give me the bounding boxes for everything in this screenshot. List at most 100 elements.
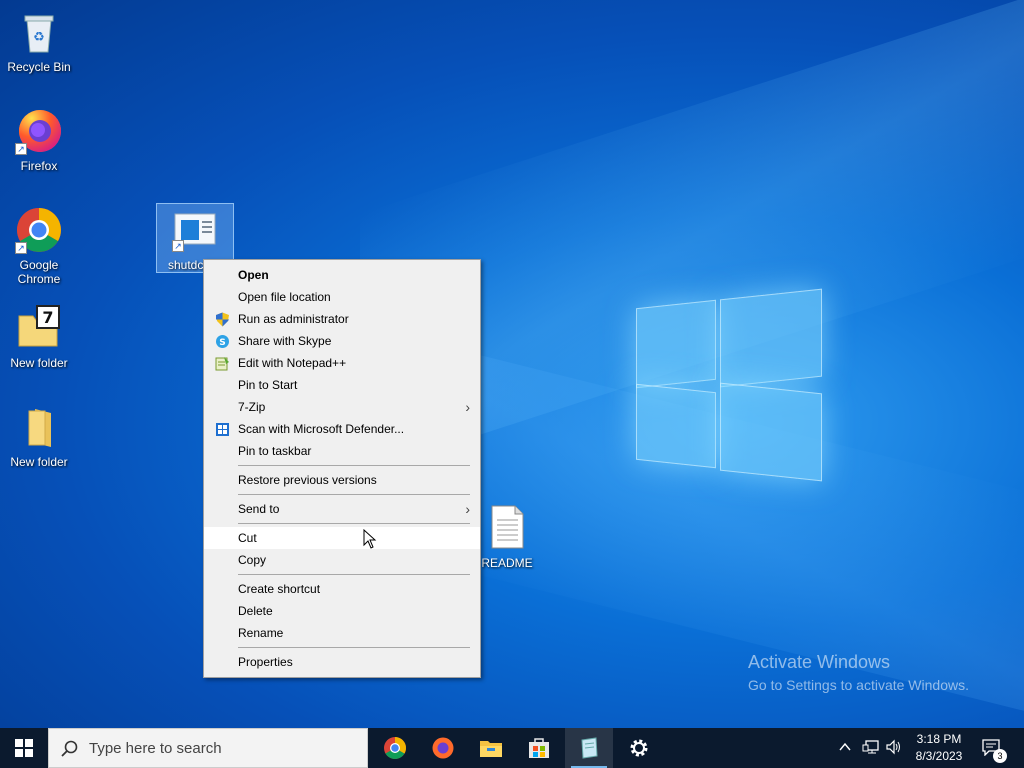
taskbar-app-settings[interactable] [615, 728, 663, 768]
menu-separator [238, 465, 470, 466]
menu-item-label: Send to [238, 502, 280, 516]
text-file-icon [483, 504, 531, 552]
desktop-icon-new-folder[interactable]: New folder [1, 403, 77, 469]
menu-item-label: Pin to taskbar [238, 444, 312, 458]
start-button[interactable] [0, 728, 48, 768]
menu-separator [238, 523, 470, 524]
taskbar-search-box[interactable]: Type here to search [48, 728, 368, 768]
taskbar-app-microsoft-store[interactable] [515, 728, 563, 768]
firefox-icon [432, 737, 454, 759]
menu-item-label: Delete [238, 604, 273, 618]
menu-item-label: Cut [238, 531, 257, 545]
show-hidden-icons-button[interactable] [838, 740, 852, 757]
menu-item-label: Pin to Start [238, 378, 298, 392]
watermark-subtitle: Go to Settings to activate Windows. [748, 677, 969, 693]
microsoft-store-icon [529, 738, 549, 758]
file-explorer-icon [480, 741, 502, 757]
desktop-icon-label: New folder [10, 356, 68, 370]
menu-item-label: Properties [238, 655, 293, 669]
taskbar-app-firefox[interactable] [419, 728, 467, 768]
menu-item-label: Create shortcut [238, 582, 321, 596]
notepad-plus-plus-icon [215, 356, 230, 371]
taskbar-clock[interactable]: 3:18 PM 8/3/2023 [906, 731, 972, 765]
windows-logo-wallpaper [636, 288, 822, 482]
volume-button[interactable] [885, 739, 903, 758]
menu-item-label: Scan with Microsoft Defender... [238, 422, 405, 436]
desktop-icon-google-chrome[interactable]: ↗ Google Chrome [1, 206, 77, 286]
taskbar-app-file-explorer[interactable] [467, 728, 515, 768]
search-placeholder: Type here to search [89, 740, 222, 757]
menu-item-label: Open [238, 268, 269, 282]
network-icon [862, 740, 879, 754]
menu-item-open-file-location[interactable]: Open file location [204, 286, 480, 308]
menu-separator [238, 647, 470, 648]
desktop[interactable]: ♻ Recycle Bin ↗ Firefox ↗ Google Chrome … [0, 0, 1024, 728]
menu-item-restore-previous-versions[interactable]: Restore previous versions [204, 469, 480, 491]
network-button[interactable] [862, 739, 880, 758]
desktop-icon-label: New folder [10, 455, 68, 469]
chevron-right-icon: › [465, 501, 470, 517]
menu-item-pin-to-taskbar[interactable]: Pin to taskbar [204, 440, 480, 462]
firefox-icon: ↗ [15, 107, 63, 155]
menu-item-copy[interactable]: Copy [204, 549, 480, 571]
shortcut-arrow-icon: ↗ [15, 242, 27, 254]
mouse-cursor-icon [363, 528, 377, 552]
notepad-icon [581, 737, 598, 759]
menu-item-cut[interactable]: Cut [204, 527, 480, 549]
shortcut-arrow-icon: ↗ [172, 240, 184, 252]
taskbar: Type here to search 3:18 PM 8/3/2023 3 [0, 728, 1024, 768]
menu-item-label: 7-Zip [238, 400, 266, 414]
desktop-icon-label: Recycle Bin [7, 60, 71, 74]
svg-text:7: 7 [42, 308, 53, 327]
search-icon [61, 740, 78, 757]
menu-item-open[interactable]: Open [204, 264, 480, 286]
clock-date: 8/3/2023 [915, 749, 963, 763]
skype-icon: S [215, 334, 230, 349]
chevron-right-icon: › [465, 399, 470, 415]
chrome-icon: ↗ [15, 206, 63, 254]
menu-separator [238, 494, 470, 495]
desktop-icon-firefox[interactable]: ↗ Firefox [1, 107, 77, 173]
settings-icon [630, 739, 648, 757]
watermark-title: Activate Windows [748, 652, 891, 672]
menu-item-share-with-skype[interactable]: S Share with Skype [204, 330, 480, 352]
menu-item-delete[interactable]: Delete [204, 600, 480, 622]
recycle-bin-icon: ♻ [15, 8, 63, 56]
menu-item-create-shortcut[interactable]: Create shortcut [204, 578, 480, 600]
folder-7zip-icon: 7 [15, 304, 63, 352]
menu-item-label: Rename [238, 626, 284, 640]
clock-time: 3:18 PM [916, 732, 962, 746]
menu-item-edit-with-notepad-plus-plus[interactable]: Edit with Notepad++ [204, 352, 480, 374]
folder-icon [15, 403, 63, 451]
menu-item-properties[interactable]: Properties [204, 651, 480, 673]
menu-item-label: Run as administrator [238, 312, 349, 326]
activate-windows-watermark: Activate Windows Go to Settings to activ… [748, 652, 969, 693]
menu-separator [238, 574, 470, 575]
menu-item-scan-with-defender[interactable]: Scan with Microsoft Defender... [204, 418, 480, 440]
menu-item-send-to[interactable]: Send to › [204, 498, 480, 520]
menu-item-pin-to-start[interactable]: Pin to Start [204, 374, 480, 396]
desktop-icon-new-folder-7zip[interactable]: 7 New folder [1, 304, 77, 370]
desktop-icon-label: Google Chrome [17, 258, 61, 286]
menu-item-label: Copy [238, 553, 267, 567]
menu-item-label: Share with Skype [238, 334, 332, 348]
svg-text:♻: ♻ [33, 30, 45, 45]
chevron-up-icon [839, 742, 851, 751]
menu-item-label: Open file location [238, 290, 331, 304]
chrome-icon [384, 737, 406, 759]
menu-item-run-as-administrator[interactable]: Run as administrator [204, 308, 480, 330]
svg-text:S: S [219, 338, 225, 348]
menu-item-7zip[interactable]: 7-Zip › [204, 396, 480, 418]
uac-shield-icon [215, 312, 230, 327]
taskbar-app-chrome[interactable] [371, 728, 419, 768]
menu-item-rename[interactable]: Rename [204, 622, 480, 644]
action-center-button[interactable]: 3 [981, 738, 1007, 763]
defender-icon [215, 422, 230, 437]
desktop-icon-recycle-bin[interactable]: ♻ Recycle Bin [1, 8, 77, 74]
menu-item-label: Restore previous versions [238, 473, 377, 487]
context-menu: Open Open file location Run as administr… [203, 259, 481, 678]
volume-icon [886, 739, 900, 755]
desktop-icon-label: shutdc [168, 258, 204, 272]
menu-item-label: Edit with Notepad++ [238, 356, 347, 370]
taskbar-app-notepad[interactable] [565, 728, 613, 768]
